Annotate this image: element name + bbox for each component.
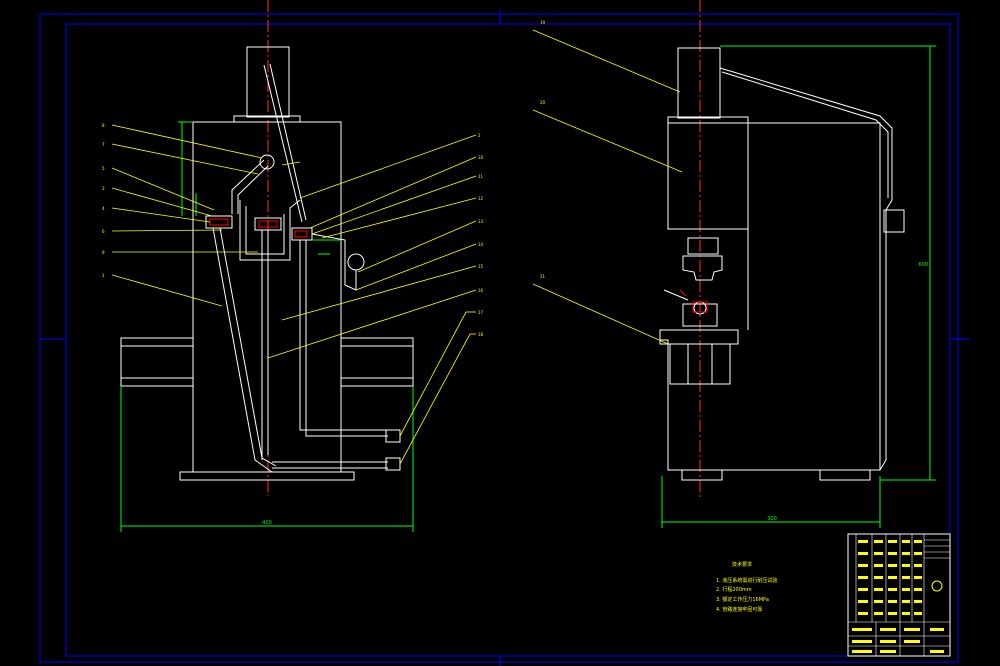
callout-17: 17 (478, 310, 484, 315)
note-4: 4. 管路连接牢固可靠 (716, 606, 762, 613)
side-width-dimension: 300 (767, 516, 777, 522)
callout-13: 13 (478, 219, 484, 224)
callout-18: 18 (478, 332, 484, 337)
callout-16: 16 (478, 288, 484, 293)
callout-14: 14 (478, 242, 484, 247)
cad-drawing: 400 8 7 5 3 4 6 9 1 2 10 11 12 13 14 15 … (0, 0, 1000, 666)
callout-15: 15 (478, 264, 484, 269)
callout-12: 12 (478, 196, 484, 201)
callout-21: 21 (540, 274, 546, 279)
callout-19: 19 (540, 20, 546, 25)
front-width-dimension: 400 (262, 520, 272, 526)
note-1: 1. 液压系统需进行耐压试验 (716, 577, 777, 584)
notes-heading: 技术要求 (732, 561, 752, 568)
callout-20: 20 (540, 100, 546, 105)
note-3: 3. 额定工作压力16MPa (716, 596, 769, 603)
callout-10: 10 (478, 155, 484, 160)
note-2: 2. 行程200mm (716, 586, 752, 593)
callout-11: 11 (478, 174, 484, 179)
side-height-dimension: 600 (918, 262, 928, 268)
